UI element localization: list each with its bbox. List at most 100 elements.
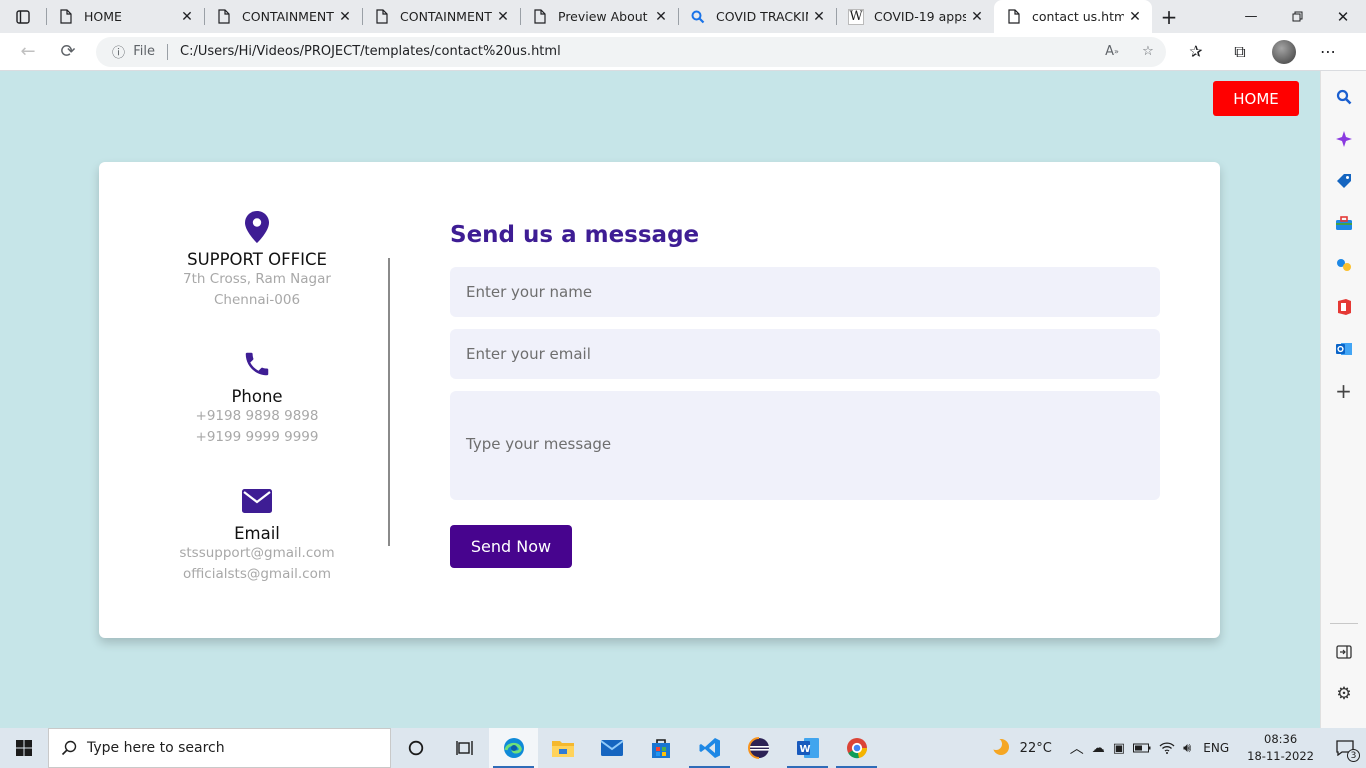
page-icon bbox=[1006, 9, 1022, 25]
cloud-sync-icon[interactable]: ☁ bbox=[1088, 728, 1109, 768]
sidebar-bottom: ⚙ bbox=[1321, 623, 1366, 720]
store-icon[interactable] bbox=[636, 728, 685, 768]
tab-containment-2[interactable]: CONTAINMENT Z ✕ bbox=[362, 0, 520, 33]
back-arrow-icon[interactable]: ← bbox=[8, 36, 48, 68]
tab-containment-1[interactable]: CONTAINMENT Z ✕ bbox=[204, 0, 362, 33]
edge-app-icon[interactable] bbox=[489, 728, 538, 768]
clock-time: 08:36 bbox=[1264, 732, 1298, 746]
search-icon bbox=[690, 9, 706, 25]
close-icon[interactable]: ✕ bbox=[966, 6, 988, 28]
vscode-icon[interactable] bbox=[685, 728, 734, 768]
weather-icon[interactable] bbox=[984, 728, 1016, 768]
file-explorer-icon[interactable] bbox=[538, 728, 587, 768]
close-icon[interactable]: ✕ bbox=[1124, 6, 1146, 28]
tab-preview-about[interactable]: Preview About ✕ bbox=[520, 0, 678, 33]
tab-strip: HOME ✕ CONTAINMENT Z ✕ CONTAINMENT Z ✕ P… bbox=[0, 0, 1366, 33]
url-text[interactable]: C:/Users/Hi/Videos/PROJECT/templates/con… bbox=[180, 44, 1094, 59]
name-input[interactable] bbox=[450, 267, 1160, 317]
restore-icon[interactable] bbox=[1274, 0, 1320, 33]
office-icon[interactable] bbox=[1328, 291, 1360, 323]
refresh-icon[interactable]: ⟳ bbox=[48, 36, 88, 68]
clock-date: 18-11-2022 bbox=[1247, 749, 1314, 763]
taskbar-search[interactable]: Type here to search bbox=[48, 728, 391, 768]
page-icon bbox=[216, 9, 232, 25]
search-placeholder: Type here to search bbox=[87, 740, 225, 756]
form-title: Send us a message bbox=[450, 222, 700, 248]
weather-temperature[interactable]: 22°C bbox=[1016, 728, 1066, 768]
more-options-icon[interactable]: ⋯ bbox=[1306, 36, 1350, 68]
system-tray: 22°C ︿ ☁ ▣ 🔊︎ ENG 08:36 18-11-2022 3 bbox=[984, 728, 1366, 768]
tab-covid-tracking[interactable]: COVID TRACKING ✕ bbox=[678, 0, 836, 33]
envelope-icon bbox=[139, 484, 375, 518]
phone-number: +9199 9999 9999 bbox=[195, 429, 319, 445]
task-view-icon[interactable] bbox=[440, 728, 489, 768]
contact-details: SUPPORT OFFICE 7th Cross, Ram Nagar Chen… bbox=[99, 162, 415, 638]
games-icon[interactable] bbox=[1328, 249, 1360, 281]
phone-block: Phone +9198 9898 9898 +9199 9999 9999 bbox=[139, 347, 375, 448]
wifi-icon[interactable] bbox=[1155, 728, 1179, 768]
add-icon[interactable]: + bbox=[1328, 375, 1360, 407]
email-address: stssupport@gmail.com bbox=[179, 545, 335, 561]
page-icon bbox=[374, 9, 390, 25]
close-icon[interactable]: ✕ bbox=[176, 6, 198, 28]
battery-icon[interactable] bbox=[1129, 728, 1155, 768]
tab-actions-menu-icon[interactable] bbox=[0, 0, 46, 33]
tab-title: Preview About bbox=[558, 9, 648, 24]
word-icon[interactable]: W bbox=[783, 728, 832, 768]
sparkle-icon[interactable] bbox=[1328, 123, 1360, 155]
page-icon bbox=[532, 9, 548, 25]
windows-taskbar: Type here to search W 22°C ︿ ☁ ▣ 🔊︎ ENG … bbox=[0, 728, 1366, 768]
send-now-button[interactable]: Send Now bbox=[450, 525, 572, 568]
tab-home[interactable]: HOME ✕ bbox=[46, 0, 204, 33]
tab-title: COVID-19 apps - bbox=[874, 9, 966, 24]
device-icon[interactable]: ▣ bbox=[1109, 728, 1129, 768]
favorites-icon[interactable]: ✰ bbox=[1174, 36, 1218, 68]
close-icon[interactable]: ✕ bbox=[650, 6, 672, 28]
volume-icon[interactable]: 🔊︎ bbox=[1179, 728, 1195, 768]
language-indicator[interactable]: ENG bbox=[1195, 728, 1237, 768]
notification-center-icon[interactable]: 3 bbox=[1324, 728, 1366, 768]
address-bar[interactable]: ⓘ File C:/Users/Hi/Videos/PROJECT/templa… bbox=[96, 36, 1166, 67]
close-icon[interactable]: ✕ bbox=[492, 6, 514, 28]
tab-contact-us[interactable]: contact us.html ✕ bbox=[994, 0, 1152, 33]
show-hidden-icons-icon[interactable]: ︿ bbox=[1066, 728, 1088, 768]
message-textarea[interactable] bbox=[450, 391, 1160, 500]
address-separator bbox=[167, 43, 169, 60]
close-icon[interactable]: ✕ bbox=[808, 6, 830, 28]
home-button[interactable]: HOME bbox=[1213, 81, 1299, 116]
map-pin-icon bbox=[139, 210, 375, 244]
windows-start-icon[interactable] bbox=[0, 728, 48, 768]
email-input[interactable] bbox=[450, 329, 1160, 379]
tab-title: contact us.html bbox=[1032, 9, 1124, 24]
close-icon[interactable]: ✕ bbox=[334, 6, 356, 28]
tab-covid-apps[interactable]: W COVID-19 apps - ✕ bbox=[836, 0, 994, 33]
eclipse-icon[interactable] bbox=[734, 728, 783, 768]
chrome-icon[interactable] bbox=[832, 728, 881, 768]
read-aloud-icon[interactable]: A» bbox=[1094, 44, 1130, 59]
clock[interactable]: 08:36 18-11-2022 bbox=[1237, 731, 1324, 765]
settings-gear-icon[interactable]: ⚙ bbox=[1328, 678, 1360, 710]
tab-title: HOME bbox=[84, 9, 122, 24]
minimize-icon[interactable]: — bbox=[1228, 0, 1274, 33]
hide-sidebar-icon[interactable] bbox=[1328, 636, 1360, 668]
add-favorite-icon[interactable]: ☆ bbox=[1130, 44, 1166, 59]
site-info-icon[interactable]: ⓘ File bbox=[112, 42, 155, 61]
edge-sidebar: + ⚙ bbox=[1320, 71, 1366, 728]
office-address-line: Chennai-006 bbox=[213, 292, 301, 308]
shopping-tag-icon[interactable] bbox=[1328, 165, 1360, 197]
office-title: SUPPORT OFFICE bbox=[187, 250, 327, 269]
cortana-icon[interactable] bbox=[391, 728, 440, 768]
search-icon[interactable] bbox=[1328, 81, 1360, 113]
outlook-icon[interactable] bbox=[1328, 333, 1360, 365]
phone-icon bbox=[139, 347, 375, 381]
email-block: Email stssupport@gmail.com officialsts@g… bbox=[139, 484, 375, 585]
tools-icon[interactable] bbox=[1328, 207, 1360, 239]
profile-avatar[interactable] bbox=[1262, 36, 1306, 68]
page-icon bbox=[58, 9, 74, 25]
mail-icon[interactable] bbox=[587, 728, 636, 768]
close-window-icon[interactable]: ✕ bbox=[1320, 0, 1366, 33]
column-divider bbox=[388, 258, 390, 546]
new-tab-button[interactable]: + bbox=[1152, 0, 1186, 33]
collections-icon[interactable]: ⧉ bbox=[1218, 36, 1262, 68]
window-controls: — ✕ bbox=[1228, 0, 1366, 33]
